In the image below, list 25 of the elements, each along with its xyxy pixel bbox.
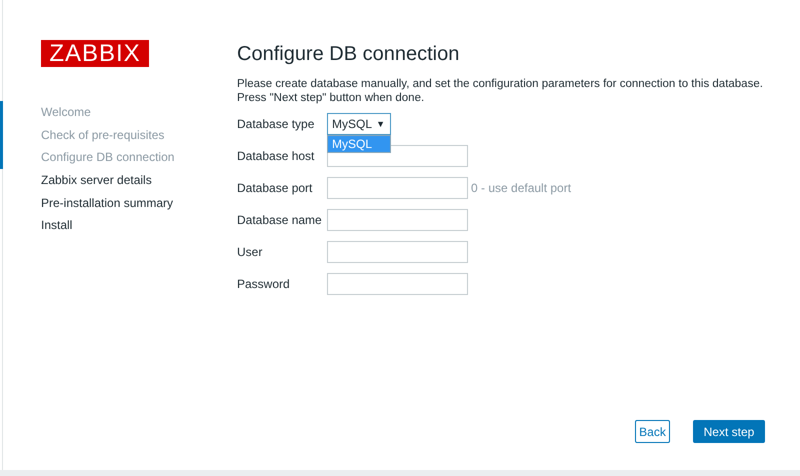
description-text: Please create database manually, and set the configuration parameters for connection to this database. <box>237 77 763 91</box>
field-label: Database type <box>237 117 316 131</box>
input-field[interactable] <box>327 209 468 231</box>
input-field[interactable] <box>327 177 468 199</box>
field-label: User <box>237 245 264 259</box>
field-label: Password <box>237 277 291 291</box>
back-button[interactable]: Back <box>635 420 670 443</box>
field-label: Database host <box>237 149 316 163</box>
page-title: Configure DB connection <box>237 43 460 66</box>
next-step-button[interactable]: Next step <box>693 420 765 443</box>
wizard-step: Install <box>41 218 72 232</box>
wizard-step: Welcome <box>41 105 91 120</box>
zabbix-logo: ZABBIX <box>41 40 149 67</box>
description-text: Press "Next step" button when done. <box>237 91 426 105</box>
wizard-step: Configure DB connection <box>41 150 174 164</box>
database-type-dropdown[interactable]: MySQL ▼ <box>327 113 391 135</box>
field-label: Database name <box>237 213 323 227</box>
input-field[interactable] <box>327 241 468 263</box>
wizard-step: Check of pre-requisites <box>41 128 164 142</box>
wizard-step: Zabbix server details <box>41 173 152 188</box>
password-field[interactable] <box>327 273 468 295</box>
dropdown-option[interactable]: MySQL <box>328 136 390 152</box>
wizard-step: Pre-installation summary <box>41 196 174 210</box>
field-hint: 0 - use default port <box>471 181 572 195</box>
field-label: Database port <box>237 181 314 195</box>
